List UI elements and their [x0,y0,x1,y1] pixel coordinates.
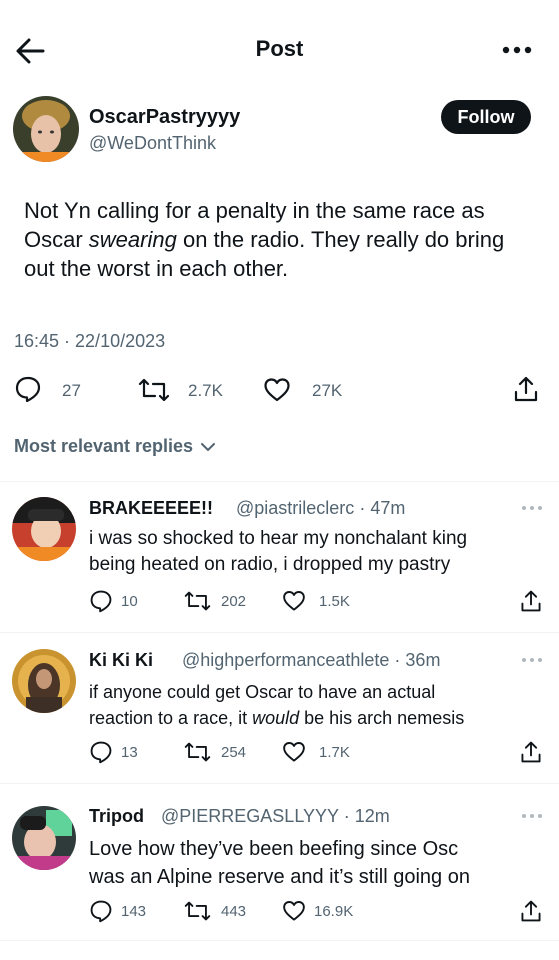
reply-text: Love how they’ve been beefing since Osc … [89,835,549,891]
replies-sort-label: Most relevant replies [14,436,194,456]
post-timestamp: 16:45 · 22/10/2023 [14,331,166,351]
post-text-emphasis: swearing [88,227,177,252]
reply-meta: @piastrileclerc · 47m [236,498,405,519]
reply-text-line: being heated on radio, i dropped my past… [89,554,451,575]
reply-icon[interactable] [89,899,113,923]
repost-count: 2.7K [188,381,223,400]
divider [0,481,559,482]
repost-icon[interactable] [184,740,211,764]
reply-author-name[interactable]: Tripod [89,806,144,827]
reply-icon[interactable] [14,375,42,403]
reply-handle: @PIERREGASLLYYY [161,806,339,826]
reply-time: · 47m [359,498,406,518]
reply-avatar[interactable] [12,497,76,561]
author-name[interactable]: OscarPastryyyy [89,106,240,129]
reply-meta: @highperformanceathlete · 36m [182,650,440,671]
reply-count: 27 [62,381,81,400]
repost-icon[interactable] [184,899,211,923]
reply-avatar[interactable] [12,806,76,870]
chevron-down-icon [201,443,216,452]
repost-icon[interactable] [138,376,170,404]
share-icon[interactable] [512,375,540,403]
page-title: Post [255,36,304,61]
share-icon[interactable] [519,899,543,923]
reply-icon[interactable] [89,740,113,764]
like-icon[interactable] [282,899,306,923]
reply-author-name[interactable]: Ki Ki Ki [89,650,153,671]
like-count: 1.7K [319,744,350,761]
divider [0,783,559,784]
reply-text-line: i was so shocked to hear my nonchalant k… [89,528,468,549]
reply-text: if anyone could get Oscar to have an act… [89,679,539,731]
reply-meta: @PIERREGASLLYYY · 12m [161,806,390,827]
replies-sort-dropdown[interactable]: Most relevant replies [14,436,216,457]
reply-more-icon[interactable] [521,812,543,820]
reply-text-line: was an Alpine reserve and it’s still goi… [89,866,470,888]
like-icon[interactable] [263,376,291,404]
reply-count: 10 [121,593,138,610]
share-icon[interactable] [519,589,543,613]
reply-text-line: reaction to a race, it would be his arch… [89,708,465,728]
reply-time: · 12m [343,806,390,826]
divider [0,632,559,633]
follow-button[interactable]: Follow [441,100,531,134]
repost-count: 443 [221,903,247,920]
like-icon[interactable] [282,740,306,764]
author-avatar[interactable] [13,96,79,162]
more-options-icon[interactable] [500,38,534,62]
reply-text-line: Love how they’ve been beefing since Osc [89,838,459,860]
reply-handle: @piastrileclerc [236,498,355,518]
reply-more-icon[interactable] [521,656,543,664]
share-icon[interactable] [519,740,543,764]
reply-handle: @highperformanceathlete [182,650,390,670]
repost-icon[interactable] [184,589,211,613]
repost-count: 254 [221,744,247,761]
reply-avatar[interactable] [12,649,76,713]
reply-icon[interactable] [89,589,113,613]
reply-text: i was so shocked to hear my nonchalant k… [89,526,539,578]
like-count: 27K [312,381,343,400]
like-count: 1.5K [319,593,350,610]
repost-count: 202 [221,593,247,610]
reply-more-icon[interactable] [521,504,543,512]
reply-count: 143 [121,903,147,920]
divider [0,940,559,941]
post-text: Not Yn calling for a penalty in the same… [24,196,539,283]
reply-text-line: if anyone could get Oscar to have an act… [89,682,436,702]
reply-count: 13 [121,744,138,761]
like-icon[interactable] [282,589,306,613]
reply-author-name[interactable]: BRAKEEEEE!! [89,498,213,519]
author-handle[interactable]: @WeDontThink [89,133,216,154]
like-count: 16.9K [314,903,354,920]
reply-time: · 36m [394,650,441,670]
